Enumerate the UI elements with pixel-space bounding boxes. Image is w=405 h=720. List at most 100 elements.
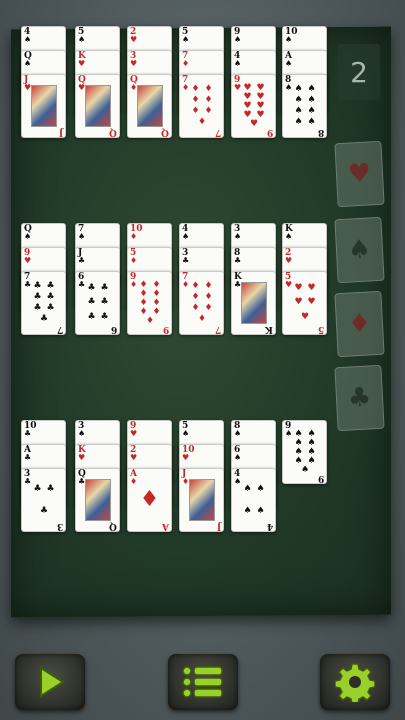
playing-card[interactable]: 9 ♦ ♦ ♦ ♦ ♦ ♦ ♦ ♦ ♦ ♦ 9: [127, 271, 172, 335]
card-suit-icon: ♥: [285, 256, 293, 265]
foundation-slot[interactable]: ♣: [334, 364, 385, 432]
card-pips: ♥ ♥ ♥ ♥ ♥ ♥ ♥ ♥ ♥: [241, 84, 267, 129]
pip-icon: ♦: [197, 117, 207, 127]
pip-icon: ♠: [243, 483, 252, 494]
card-rank-bottom: 5: [317, 324, 324, 334]
playing-card[interactable]: Q ♣ Q: [75, 468, 120, 532]
card-suit-icon: ♥: [78, 59, 86, 68]
pip-icon: ♣: [33, 303, 42, 313]
card-rank-bottom: Q: [109, 521, 117, 531]
face-card-art: [31, 85, 57, 127]
card-suit-icon: ♠: [285, 35, 293, 44]
playing-card[interactable]: 4 ♠ ♠ ♠ ♠ ♠ 4: [231, 468, 276, 532]
settings-button[interactable]: [320, 654, 390, 710]
foundation-slot[interactable]: ♥: [334, 140, 385, 208]
playing-card[interactable]: 5 ♥ ♥ ♥ ♥ ♥ ♥ 5: [282, 271, 327, 335]
pip-icon: ♦: [204, 95, 213, 105]
pip-icon: ♣: [100, 312, 109, 323]
pip-icon: ♦: [204, 303, 213, 313]
pip-icon: ♠: [294, 106, 303, 116]
playing-card[interactable]: Q ♦ Q: [127, 74, 172, 138]
pip-icon: ♣: [87, 297, 96, 308]
card-pips: ♠ ♠ ♠ ♠ ♠ ♠ ♠ ♠ ♠: [292, 430, 318, 475]
playing-card[interactable]: 7 ♦ ♦ ♦ ♦ ♦ ♦ ♦ ♦ 7: [179, 74, 224, 138]
card-suit-icon: ♠: [78, 232, 86, 241]
pip-icon: ♣: [39, 505, 49, 516]
face-card-art: [137, 85, 163, 127]
card-pips: ♦ ♦ ♦ ♦ ♦ ♦ ♦: [189, 281, 215, 325]
pip-icon: ♠: [307, 106, 316, 116]
pip-icon: ♠: [300, 465, 310, 475]
pip-icon: ♦: [204, 281, 213, 291]
pip-icon: ♣: [33, 483, 42, 494]
playing-card[interactable]: 8 ♠ ♠ ♠ ♠ ♠ ♠ ♠ ♠ ♠ 8: [282, 74, 327, 138]
card-rank-bottom: 7: [56, 324, 63, 334]
playing-card[interactable]: Q ♥ Q: [75, 74, 120, 138]
card-suit-icon: ♦: [130, 477, 138, 486]
playing-card[interactable]: K ♣ K: [231, 271, 276, 335]
card-suit-icon: ♠: [285, 59, 293, 68]
card-pips: ♦ ♦ ♦ ♦ ♦ ♦ ♦ ♦ ♦: [137, 281, 163, 326]
playing-card[interactable]: 3 ♣ ♣ ♣ ♣ 3: [21, 468, 66, 532]
card-rank-bottom: J: [216, 521, 221, 531]
foundation-slot[interactable]: ♦: [334, 290, 385, 358]
card-pips: ♥ ♥ ♥ ♥ ♥: [292, 281, 318, 325]
foundation-slot[interactable]: ♠: [334, 216, 385, 284]
card-rank-bottom: 7: [214, 324, 221, 334]
pip-icon: ♠: [256, 505, 265, 516]
playing-card[interactable]: A ♦ ♦ A: [127, 468, 172, 532]
pip-icon: ♦: [191, 303, 200, 313]
pip-icon: ♣: [39, 314, 49, 324]
pip-icon: ♠: [294, 95, 303, 105]
pip-icon: ♦: [191, 95, 200, 105]
pip-icon: ♦: [197, 314, 207, 324]
pip-icon: ♣: [46, 483, 55, 494]
card-suit-icon: ♠: [24, 59, 32, 68]
card-rank-bottom: 6: [110, 324, 117, 334]
face-card-art: [241, 282, 267, 324]
playing-card[interactable]: J ♥ J: [21, 74, 66, 138]
card-pips: ♣ ♣ ♣ ♣ ♣ ♣ ♣: [31, 281, 57, 325]
playing-card[interactable]: 7 ♣ ♣ ♣ ♣ ♣ ♣ ♣ ♣ 7: [21, 271, 66, 335]
pip-icon: ♣: [46, 303, 55, 313]
pip-icon: ♠: [307, 84, 316, 94]
playing-card[interactable]: 9 ♠ ♠ ♠ ♠ ♠ ♠ ♠ ♠ ♠ ♠ 9: [282, 420, 327, 484]
card-pips: ♣ ♣ ♣ ♣ ♣ ♣: [85, 281, 111, 325]
pip-icon: ♠: [307, 95, 316, 105]
playing-card[interactable]: 7 ♦ ♦ ♦ ♦ ♦ ♦ ♦ ♦ 7: [179, 271, 224, 335]
card-rank-bottom: Q: [161, 127, 169, 137]
card-suit-icon: ♥: [24, 256, 32, 265]
card-suit-icon: ♠: [182, 232, 190, 241]
card-suit-icon: ♠: [24, 232, 32, 241]
card-suit-icon: ♣: [24, 453, 32, 462]
menu-button[interactable]: [168, 654, 238, 710]
pip-icon: ♦: [191, 84, 200, 94]
card-suit-icon: ♥: [130, 59, 138, 68]
pip-icon: ♦: [191, 106, 200, 116]
playing-card[interactable]: J ♦ J: [179, 468, 224, 532]
pip-icon: ♥: [307, 297, 316, 308]
pip-icon: ♣: [46, 292, 55, 302]
playing-card[interactable]: 6 ♣ ♣ ♣ ♣ ♣ ♣ ♣ 6: [75, 271, 120, 335]
card-suit-icon: ♣: [78, 256, 86, 265]
card-suit-icon: ♣: [234, 256, 242, 265]
card-rank-bottom: 4: [266, 521, 273, 531]
face-card-art: [189, 479, 215, 521]
card-rank-bottom: Q: [109, 127, 117, 137]
play-button[interactable]: [15, 654, 85, 710]
card-rank-bottom: K: [265, 324, 273, 334]
gear-icon: [335, 663, 375, 702]
card-suit-icon: ♠: [285, 232, 293, 241]
card-suit-icon: ♥: [130, 429, 138, 438]
face-card-art: [85, 479, 111, 521]
playing-card[interactable]: 9 ♥ ♥ ♥ ♥ ♥ ♥ ♥ ♥ ♥ ♥ 9: [231, 74, 276, 138]
card-suit-icon: ♠: [78, 35, 86, 44]
card-rank-bottom: J: [58, 127, 63, 137]
play-icon: [40, 666, 65, 698]
card-suit-icon: ♠: [234, 453, 242, 462]
card-suit-icon: ♣: [182, 256, 190, 265]
ace-pip-icon: ♦: [139, 487, 160, 512]
pip-icon: ♣: [33, 292, 42, 302]
pip-icon: ♦: [191, 292, 200, 302]
pip-icon: ♦: [204, 106, 213, 116]
